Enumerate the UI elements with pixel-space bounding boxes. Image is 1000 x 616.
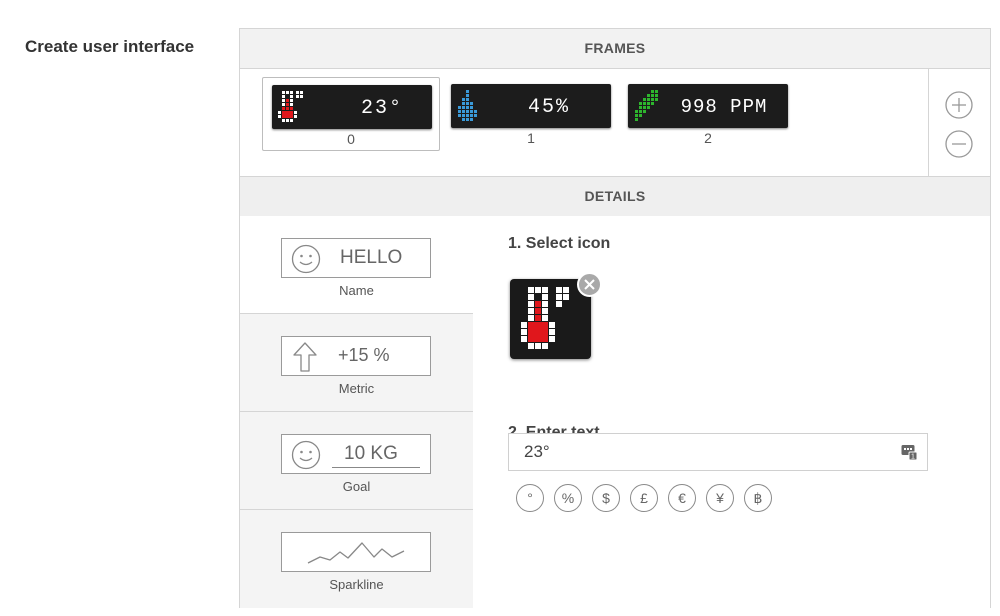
frame-0-text: 23°	[361, 97, 403, 120]
type-name[interactable]: HELLO Name	[240, 216, 473, 314]
sparkline-icon	[307, 542, 405, 564]
frame-1-index: 1	[527, 130, 535, 146]
frame-1-text: 45%	[528, 96, 570, 119]
frames-header: FRAMES	[240, 29, 990, 69]
type-metric-preview-text: +15 %	[338, 345, 390, 365]
frame-0-index: 0	[347, 131, 355, 147]
smiley-icon	[291, 244, 321, 274]
symbol-baht-button[interactable]: ฿	[744, 484, 772, 512]
frame-0[interactable]: 23° 0	[262, 77, 440, 151]
svg-text:1: 1	[911, 454, 915, 461]
leaf-icon	[635, 90, 658, 121]
type-goal-label: Goal	[342, 479, 371, 494]
type-name-preview-text: HELLO	[340, 247, 403, 268]
emoji-keyboard-icon[interactable]: 1	[901, 444, 917, 460]
arrow-up-icon	[293, 342, 317, 372]
type-goal-preview-text: 10 KG	[344, 443, 398, 464]
select-icon-title: 1. Select icon	[508, 235, 611, 252]
type-goal-preview: 10 KG	[281, 434, 431, 474]
type-name-preview: HELLO	[281, 238, 431, 278]
goal-underline	[332, 467, 420, 468]
type-metric-preview: +15 %	[281, 336, 431, 376]
close-icon	[584, 279, 595, 290]
symbol-yen-button[interactable]: ¥	[706, 484, 734, 512]
type-goal[interactable]: 10 KG Goal	[240, 412, 473, 510]
details-editor: 1. Select icon 23° 1 ° % $ £ € ¥ ฿	[473, 216, 990, 609]
frame-0-display: 23°	[272, 85, 432, 129]
details-header: DETAILS	[240, 177, 990, 216]
type-sparkline-preview	[281, 532, 431, 572]
frame-controls	[928, 69, 991, 176]
type-sparkline-label: Sparkline	[329, 577, 384, 592]
type-metric-label: Metric	[338, 381, 375, 396]
frame-text-input[interactable]	[508, 433, 928, 471]
type-metric[interactable]: +15 % Metric	[240, 314, 473, 412]
symbol-dollar-button[interactable]: $	[592, 484, 620, 512]
type-name-label: Name	[339, 283, 374, 298]
ui-builder-panel: FRAMES 23° 0 45% 1 998 PPM 2 DETAILS HEL…	[239, 28, 991, 609]
frame-2-display: 998 PPM	[628, 84, 788, 128]
frame-1[interactable]: 45% 1	[442, 77, 620, 151]
water-drop-icon	[458, 90, 477, 121]
page-title: Create user interface	[25, 37, 195, 56]
symbol-pound-button[interactable]: £	[630, 484, 658, 512]
symbol-percent-button[interactable]: %	[554, 484, 582, 512]
smiley-icon	[291, 440, 321, 470]
frame-2[interactable]: 998 PPM 2	[619, 77, 797, 151]
symbol-degree-button[interactable]: °	[516, 484, 544, 512]
frames-list: 23° 0 45% 1 998 PPM 2	[240, 69, 990, 177]
frame-1-display: 45%	[451, 84, 611, 128]
symbol-euro-button[interactable]: €	[668, 484, 696, 512]
minus-circle-icon[interactable]	[945, 130, 973, 158]
frame-2-text: 998 PPM	[681, 96, 768, 118]
frame-2-index: 2	[704, 130, 712, 146]
plus-circle-icon[interactable]	[945, 91, 973, 119]
frame-type-list: HELLO Name +15 % Metric 10 KG Goal Spark…	[240, 216, 473, 609]
type-sparkline[interactable]: Sparkline	[240, 510, 473, 608]
remove-icon-button[interactable]	[577, 272, 602, 297]
